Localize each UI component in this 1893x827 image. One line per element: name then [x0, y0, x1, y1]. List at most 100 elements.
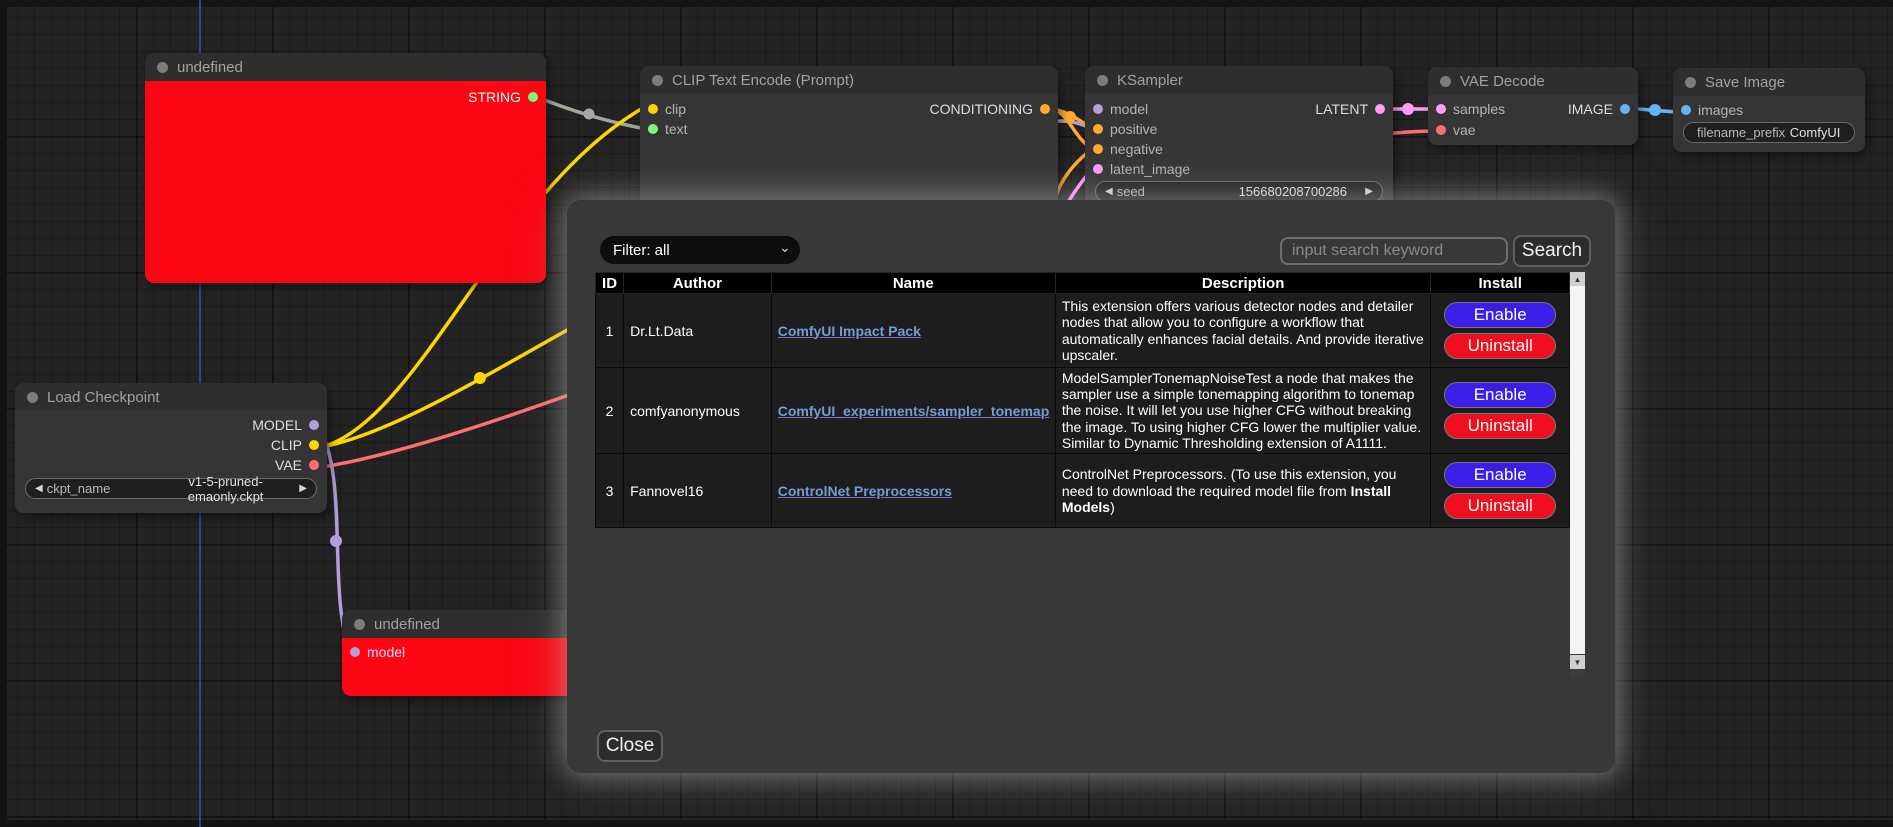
node-status-dot: [652, 75, 663, 86]
node-title-bar[interactable]: Load Checkpoint: [15, 383, 327, 411]
enable-button[interactable]: Enable: [1444, 462, 1556, 488]
scrollbar-down-arrow-icon[interactable]: ▼: [1570, 655, 1585, 669]
scrollbar-up-arrow-icon[interactable]: ▲: [1570, 272, 1585, 286]
input-slot-images[interactable]: images: [1681, 100, 1743, 120]
uninstall-button[interactable]: Uninstall: [1444, 413, 1556, 439]
output-slot-conditioning[interactable]: CONDITIONING: [930, 99, 1050, 119]
node-title-bar[interactable]: CLIP Text Encode (Prompt): [640, 66, 1058, 94]
input-slot-model[interactable]: model: [1093, 99, 1148, 119]
extension-name: ComfyUI Impact Pack: [771, 294, 1055, 368]
decrement-arrow-icon[interactable]: ◀: [35, 483, 43, 494]
node-title: Save Image: [1705, 74, 1785, 91]
extension-id: 1: [596, 294, 624, 368]
reroute-dot-clip[interactable]: [474, 372, 486, 384]
node-vae-decode[interactable]: VAE Decode samples vae IMAGE: [1428, 67, 1638, 145]
extension-description: ModelSamplerTonemapNoiseTest a node that…: [1055, 368, 1431, 454]
extension-install-cell: Enable Uninstall: [1431, 368, 1570, 454]
node-save-image[interactable]: Save Image images filename_prefix ComfyU…: [1673, 68, 1865, 152]
scrollbar-thumb[interactable]: [1570, 286, 1585, 654]
node-status-dot: [157, 62, 168, 73]
node-status-dot: [27, 392, 38, 403]
model-output-dot[interactable]: [309, 420, 319, 430]
input-slot-negative[interactable]: negative: [1093, 139, 1163, 159]
extension-table-container: IDAuthorNameDescriptionInstall 1Dr.Lt.Da…: [595, 272, 1585, 677]
latent-image-input-dot[interactable]: [1093, 164, 1103, 174]
node-title: VAE Decode: [1460, 73, 1545, 90]
search-input[interactable]: [1280, 237, 1508, 265]
vae-output-dot[interactable]: [309, 460, 319, 470]
output-slot-image[interactable]: IMAGE: [1568, 99, 1630, 119]
reroute-dot-latent[interactable]: [1402, 103, 1414, 115]
node-error-body: STRING: [145, 81, 546, 283]
filter-select[interactable]: Filter: all: [600, 236, 800, 264]
image-output-dot[interactable]: [1620, 104, 1630, 114]
clip-input-dot[interactable]: [648, 104, 658, 114]
node-title-bar[interactable]: Save Image: [1673, 68, 1865, 96]
negative-input-dot[interactable]: [1093, 144, 1103, 154]
images-input-dot[interactable]: [1681, 105, 1691, 115]
positive-input-dot[interactable]: [1093, 124, 1103, 134]
input-slot-latent-image[interactable]: latent_image: [1093, 159, 1190, 179]
extension-link[interactable]: ControlNet Preprocessors: [778, 483, 952, 499]
latent-output-dot[interactable]: [1375, 104, 1385, 114]
extension-link[interactable]: ComfyUI Impact Pack: [778, 323, 921, 339]
decrement-arrow-icon[interactable]: ◀: [1105, 186, 1113, 197]
node-title-bar[interactable]: undefined: [342, 610, 582, 638]
search-button[interactable]: Search: [1513, 235, 1591, 267]
clip-output-dot[interactable]: [309, 440, 319, 450]
node-title-bar[interactable]: VAE Decode: [1428, 67, 1638, 95]
table-header-cell: Description: [1055, 273, 1431, 294]
input-slot-clip[interactable]: clip: [648, 99, 686, 119]
reroute-dot-string[interactable]: [584, 109, 595, 120]
input-slot-samples[interactable]: samples: [1436, 99, 1505, 119]
output-slot-clip[interactable]: CLIP: [271, 435, 319, 455]
reroute-dot-model[interactable]: [330, 535, 342, 547]
node-status-dot: [1097, 75, 1108, 86]
reroute-dot-conditioning[interactable]: [1064, 111, 1076, 123]
model-input-dot[interactable]: [350, 647, 360, 657]
uninstall-button[interactable]: Uninstall: [1444, 333, 1556, 359]
node-undefined-bottom[interactable]: undefined model: [342, 610, 582, 696]
output-slot-vae[interactable]: VAE: [275, 455, 319, 475]
output-slot-latent[interactable]: LATENT: [1315, 99, 1385, 119]
node-status-dot: [1685, 77, 1696, 88]
seed-widget[interactable]: ◀ seed 156680208700286 ▶: [1095, 181, 1383, 202]
text-input-dot[interactable]: [648, 124, 658, 134]
input-slot-vae[interactable]: vae: [1436, 120, 1476, 140]
string-output-dot[interactable]: [528, 92, 538, 102]
extension-author: Fannovel16: [624, 454, 772, 528]
extension-link[interactable]: ComfyUI_experiments/sampler_tonemap: [778, 403, 1050, 419]
extension-install-cell: Enable Uninstall: [1431, 294, 1570, 368]
table-header-cell: Name: [771, 273, 1055, 294]
table-header-cell: Install: [1431, 273, 1570, 294]
vae-input-dot[interactable]: [1436, 125, 1446, 135]
model-input-dot[interactable]: [1093, 104, 1103, 114]
increment-arrow-icon[interactable]: ▶: [299, 483, 307, 494]
conditioning-output-dot[interactable]: [1040, 104, 1050, 114]
node-body: samples vae IMAGE: [1428, 95, 1638, 145]
input-slot-model[interactable]: model: [350, 642, 405, 662]
node-title-bar[interactable]: undefined: [145, 53, 546, 81]
ckpt-name-widget[interactable]: ◀ ckpt_name v1-5-pruned-emaonly.ckpt ▶: [25, 478, 317, 499]
filename-prefix-widget[interactable]: filename_prefix ComfyUI: [1683, 122, 1855, 143]
extension-install-cell: Enable Uninstall: [1431, 454, 1570, 528]
output-slot-model[interactable]: MODEL: [252, 415, 319, 435]
enable-button[interactable]: Enable: [1444, 302, 1556, 328]
samples-input-dot[interactable]: [1436, 104, 1446, 114]
node-body: MODEL CLIP VAE ◀ ckpt_name v1-5-pruned-e…: [15, 411, 327, 513]
table-scrollbar[interactable]: ▲ ▼: [1570, 272, 1585, 677]
increment-arrow-icon[interactable]: ▶: [1365, 186, 1373, 197]
node-load-checkpoint[interactable]: Load Checkpoint MODEL CLIP VAE ◀ ckpt_na…: [15, 383, 327, 513]
node-title-bar[interactable]: KSampler: [1085, 66, 1393, 94]
input-slot-positive[interactable]: positive: [1093, 119, 1157, 139]
input-slot-text[interactable]: text: [648, 119, 688, 139]
node-undefined-top[interactable]: undefined STRING: [145, 53, 546, 283]
table-header-cell: ID: [596, 273, 624, 294]
extension-id: 3: [596, 454, 624, 528]
close-button[interactable]: Close: [597, 730, 663, 762]
node-title: CLIP Text Encode (Prompt): [672, 72, 854, 89]
enable-button[interactable]: Enable: [1444, 382, 1556, 408]
reroute-dot-image[interactable]: [1649, 104, 1661, 116]
output-slot-string[interactable]: STRING: [468, 87, 538, 107]
uninstall-button[interactable]: Uninstall: [1444, 493, 1556, 519]
